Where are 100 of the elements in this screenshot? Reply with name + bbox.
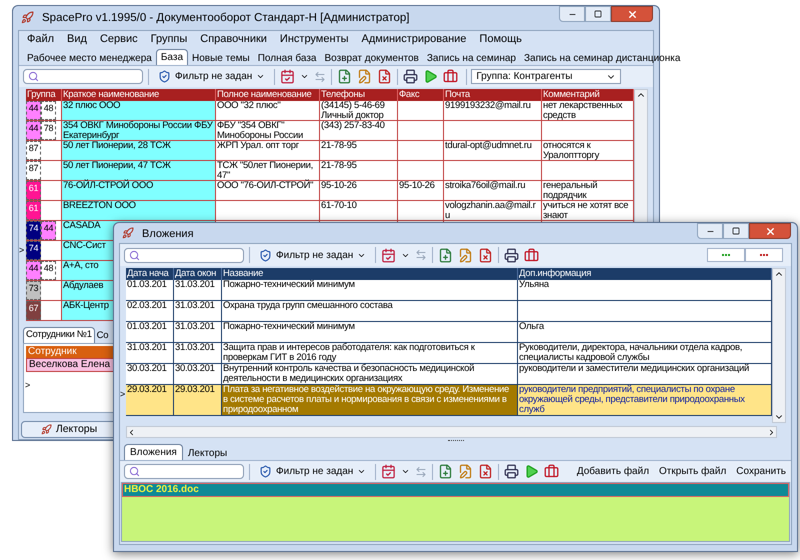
search-field[interactable] (124, 464, 244, 479)
briefcase-icon[interactable] (443, 69, 458, 84)
table-row[interactable]: 02.03.201 31.03.201 Охрана труда групп смешанного состава (126, 301, 772, 322)
search-field[interactable] (23, 69, 143, 84)
table-cell: 21-78-95 (321, 141, 357, 151)
caret-icon[interactable] (401, 467, 410, 476)
maximize-button[interactable] (585, 6, 611, 22)
table-cell: 31.03.201 (175, 343, 215, 353)
indicator-button[interactable] (707, 248, 745, 262)
column-header[interactable]: Полное наименование (217, 89, 312, 101)
group-badge: 78 (41, 121, 56, 140)
close-icon (764, 226, 776, 236)
filter-button[interactable]: Фильтр не задан (255, 463, 370, 480)
indicator-button[interactable] (745, 248, 783, 262)
table-cell: CNC-Сист (63, 241, 106, 251)
column-header[interactable]: Почта (445, 89, 470, 101)
group-select[interactable]: Группа: Контрагенты (471, 69, 622, 84)
menu-item[interactable]: Инструменты (280, 30, 349, 48)
action-button[interactable]: Открыть файл (654, 462, 732, 480)
calendar-icon[interactable] (280, 69, 296, 84)
table-row[interactable]: 01.03.201 31.03.201 Пожарно-технический минимум Ольга (126, 322, 772, 343)
table-cell: 9199193232@mail.ru (445, 101, 531, 111)
tab[interactable]: Со (94, 329, 110, 343)
add-record-icon[interactable] (438, 464, 454, 479)
table-cell: Абдулаев (63, 281, 104, 291)
maximize-button[interactable] (723, 223, 749, 239)
table-cell-text: относятся к Уралоптторгу (543, 141, 600, 161)
tab[interactable]: Запись на семинар (422, 51, 520, 65)
search-icon (28, 71, 39, 82)
table-cell: Пожарно-технический минимум (223, 280, 355, 290)
column-header[interactable]: Дата нача (127, 268, 169, 280)
briefcase-icon[interactable] (544, 464, 560, 479)
menu-item[interactable]: Вид (67, 30, 87, 48)
tab[interactable]: Вложения (124, 444, 183, 460)
menu-item[interactable]: Группы (150, 30, 188, 48)
search-field[interactable] (124, 248, 244, 262)
print-icon[interactable] (504, 464, 520, 479)
scrollbar[interactable] (772, 268, 786, 423)
table-cell: 31.03.201 (175, 301, 215, 311)
table-cell: 95-10-26 (321, 181, 357, 191)
column-header[interactable]: Факс (399, 89, 420, 101)
filter-button[interactable]: Фильтр не задан (255, 246, 370, 264)
horizontal-scrollbar[interactable] (126, 426, 777, 438)
close-button[interactable] (749, 223, 791, 239)
tab[interactable]: Новые темы (188, 51, 254, 65)
print-icon[interactable] (504, 248, 520, 262)
tab[interactable]: Сотрудники №1 (23, 327, 95, 343)
add-record-icon[interactable] (337, 69, 352, 84)
tab[interactable]: База (156, 49, 188, 65)
action-button[interactable]: Добавить файл (572, 462, 654, 480)
column-header[interactable]: Краткое наименование (63, 89, 159, 101)
play-icon[interactable] (524, 464, 540, 479)
column-header[interactable]: Комментарий (543, 89, 600, 101)
menu-item[interactable]: Файл (27, 30, 54, 48)
column-header[interactable]: Дата окон (175, 268, 216, 280)
table-cell-text: руководители предприятий, специалисты по охране окружающей среды, представители природоохранных служб (519, 385, 746, 415)
table-row[interactable] (126, 385, 772, 416)
table-cell: 31.03.201 (175, 322, 215, 332)
edit-record-icon[interactable] (357, 69, 372, 84)
delete-record-icon[interactable] (377, 69, 392, 84)
calendar-icon[interactable] (381, 248, 396, 262)
table-cell: 01.03.201 (127, 322, 167, 332)
menu-item[interactable]: Помощь (479, 30, 522, 48)
caret-icon[interactable] (300, 72, 310, 81)
delete-record-icon[interactable] (478, 464, 494, 479)
edit-record-icon[interactable] (458, 248, 474, 262)
table-row[interactable]: 30.03.201 30.03.201 Внутренний контроль качества и безопасность медицинской деятельности в медицинских организациях руководители и заместители медицинских организаций (126, 364, 772, 385)
edit-record-icon[interactable] (458, 464, 474, 479)
tab[interactable]: Полная база (254, 51, 320, 65)
column-header[interactable]: Группа (27, 89, 56, 101)
menu-item[interactable]: Сервис (100, 30, 138, 48)
column-header[interactable]: Телефоны (321, 89, 365, 101)
print-icon[interactable] (403, 69, 418, 84)
app-icon (122, 227, 134, 239)
tab[interactable]: Возврат документов (320, 51, 423, 65)
menu-item[interactable]: Администрирование (362, 30, 466, 48)
menu-item[interactable]: Справочники (200, 30, 267, 48)
table-cell: 50 лет Пионерии, 28 ТСЖ (63, 141, 171, 151)
delete-record-icon[interactable] (478, 248, 494, 262)
table-cell: Ульяна (519, 280, 549, 290)
table-cell-text: Внутренний контроль качества и безопасность медицинской деятельности в медицинских организациях (223, 364, 476, 384)
calendar-icon[interactable] (381, 464, 396, 479)
table-cell: 95-10-26 (399, 181, 435, 191)
column-header[interactable]: Название (223, 268, 264, 280)
table-cell: 30.03.201 (175, 364, 215, 374)
briefcase-icon[interactable] (524, 248, 540, 262)
tab[interactable]: Рабочее место менеджера (23, 51, 156, 65)
table-row[interactable]: 01.03.201 31.03.201 Пожарно-технический минимум Ульяна (126, 280, 772, 301)
add-record-icon[interactable] (438, 248, 454, 262)
group-badge: 48 (41, 261, 56, 280)
play-icon[interactable] (423, 69, 438, 84)
tab[interactable]: Запись на семинар дистанционка (520, 51, 684, 65)
table-cell: stroika76oil@mail.ru (445, 181, 526, 191)
filter-button[interactable]: Фильтр не задан (154, 68, 270, 85)
group-badge: 48 (41, 101, 56, 120)
column-header[interactable]: Доп.информация (519, 268, 592, 280)
tab[interactable]: Лекторы (182, 446, 232, 460)
table-cell: tdural-opt@udmnet.ru (445, 141, 532, 151)
close-button[interactable] (611, 6, 653, 22)
action-button[interactable]: Сохранить (731, 462, 791, 480)
